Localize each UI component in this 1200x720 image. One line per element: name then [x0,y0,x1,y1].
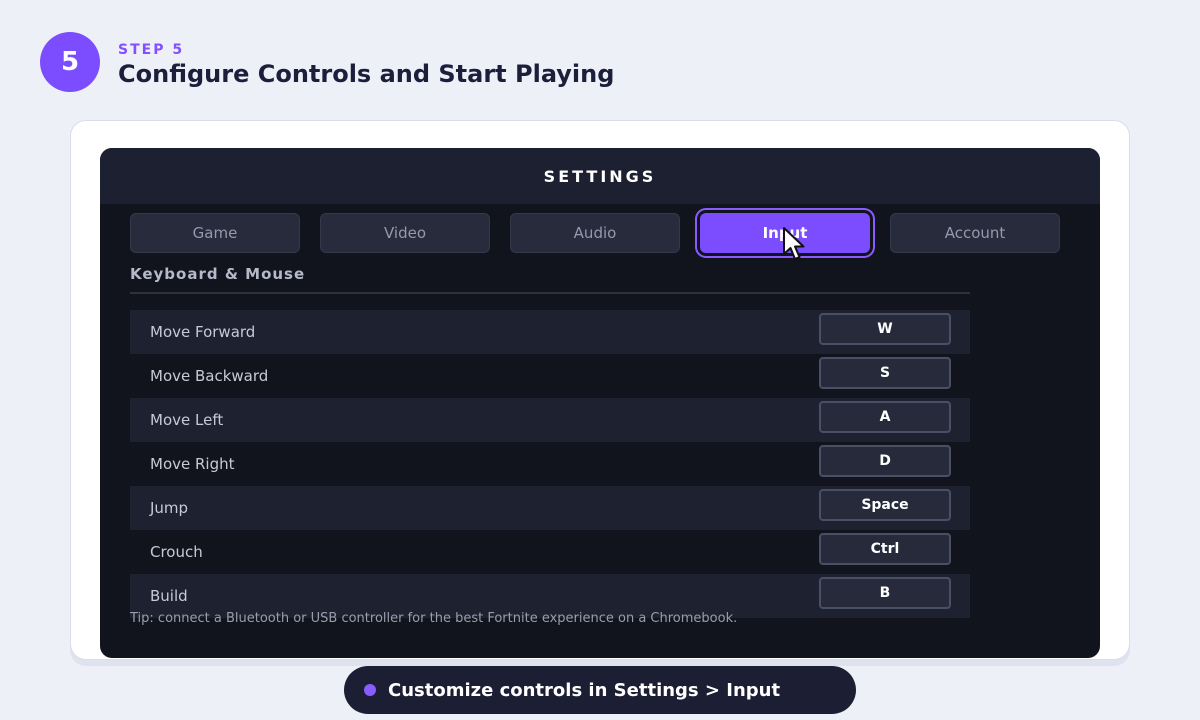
controller-tip: Tip: connect a Bluetooth or USB controll… [130,611,738,626]
keybinding-list: Move Forward W Move Backward S Move Left… [130,310,970,618]
caption-text: Customize controls in Settings > Input [388,679,781,701]
section-title-keyboard-mouse: Keyboard & Mouse [130,265,306,283]
tab-audio[interactable]: Audio [510,213,680,253]
keybind-button-crouch[interactable]: Ctrl [819,533,951,565]
action-label: Move Left [150,411,224,429]
settings-panel: SETTINGS Game Video Audio Input Account … [100,148,1100,658]
caption-pill: Customize controls in Settings > Input [344,666,856,714]
keybinding-row-move-backward: Move Backward S [130,354,970,398]
keybind-button-jump[interactable]: Space [819,489,951,521]
caption-dot-icon [364,684,376,696]
action-label: Build [150,587,188,605]
keybinding-row-jump: Jump Space [130,486,970,530]
keybinding-row-move-left: Move Left A [130,398,970,442]
tab-video[interactable]: Video [320,213,490,253]
keybind-button-move-backward[interactable]: S [819,357,951,389]
settings-header: SETTINGS [100,148,1100,204]
step-number-badge: 5 [40,32,100,92]
tab-account[interactable]: Account [890,213,1060,253]
section-divider [130,292,970,294]
action-label: Move Forward [150,323,256,341]
action-label: Move Backward [150,367,269,385]
settings-title: SETTINGS [543,166,657,186]
keybinding-row-move-right: Move Right D [130,442,970,486]
keybind-button-move-right[interactable]: D [819,445,951,477]
tab-game[interactable]: Game [130,213,300,253]
action-label: Move Right [150,455,235,473]
keybind-button-move-forward[interactable]: W [819,313,951,345]
keybinding-row-move-forward: Move Forward W [130,310,970,354]
step-label: STEP 5 [118,42,185,58]
action-label: Jump [150,499,189,517]
step-title: Configure Controls and Start Playing [118,60,615,88]
keybinding-row-crouch: Crouch Ctrl [130,530,970,574]
keybind-button-build[interactable]: B [819,577,951,609]
action-label: Crouch [150,543,203,561]
mouse-pointer-icon [783,227,805,260]
tutorial-step-page: 5 STEP 5 Configure Controls and Start Pl… [0,0,1200,720]
keybind-button-move-left[interactable]: A [819,401,951,433]
